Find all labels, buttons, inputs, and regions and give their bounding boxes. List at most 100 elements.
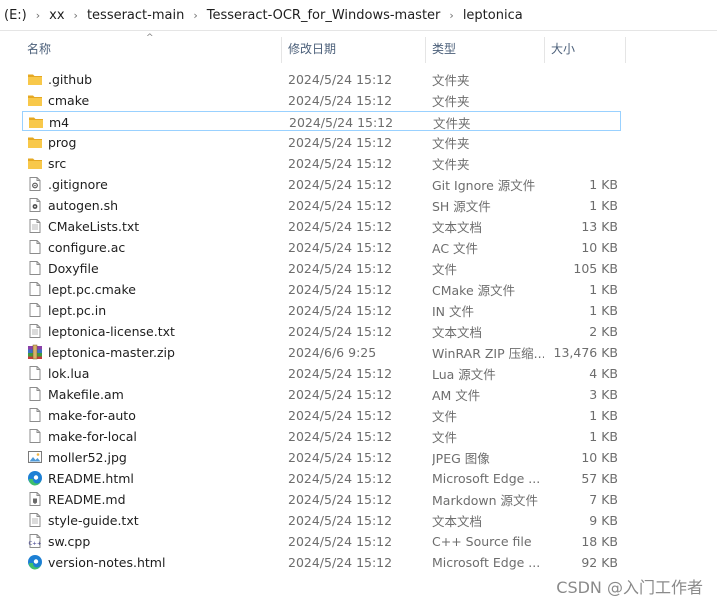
file-name: sw.cpp	[48, 533, 91, 549]
gear-file-icon	[27, 176, 43, 192]
file-row[interactable]: make-for-auto 2024/5/24 15:12 文件 1 KB	[22, 405, 621, 425]
breadcrumb-item[interactable]: Tesseract-OCR_for_Windows-master	[204, 8, 444, 23]
breadcrumb-separator-icon[interactable]: ›	[68, 9, 84, 22]
file-row[interactable]: prog 2024/5/24 15:12 文件夹	[22, 132, 621, 152]
file-name: lept.pc.cmake	[48, 281, 136, 297]
file-type: 文件夹	[432, 93, 470, 109]
file-modified-date: 2024/5/24 15:12	[288, 470, 393, 486]
file-type: C++ Source file	[432, 533, 532, 549]
breadcrumb-item[interactable]: tesseract-main	[84, 8, 187, 23]
file-row[interactable]: CMakeLists.txt 2024/5/24 15:12 文本文档 13 KB	[22, 216, 621, 236]
file-row[interactable]: src 2024/5/24 15:12 文件夹	[22, 153, 621, 173]
file-modified-date: 2024/5/24 15:12	[288, 512, 393, 528]
file-row[interactable]: lept.pc.in 2024/5/24 15:12 IN 文件 1 KB	[22, 300, 621, 320]
file-type: 文件	[432, 408, 458, 424]
file-row[interactable]: README.html 2024/5/24 15:12 Microsoft Edge…	[22, 468, 621, 488]
file-size: 13 KB	[581, 218, 618, 234]
file-type: 文件	[432, 429, 458, 445]
script-file-icon	[27, 197, 43, 213]
column-divider[interactable]	[281, 37, 282, 63]
file-modified-date: 2024/5/24 15:12	[288, 281, 393, 297]
file-modified-date: 2024/5/24 15:12	[288, 176, 393, 192]
cpp-file-icon: C++	[27, 533, 43, 549]
file-type: 文件夹	[432, 156, 470, 172]
file-modified-date: 2024/5/24 15:12	[288, 155, 393, 171]
file-size: 9 KB	[589, 512, 618, 528]
file-size: 2 KB	[589, 323, 618, 339]
file-name: make-for-local	[48, 428, 137, 444]
file-type: 文本文档	[432, 513, 483, 529]
column-header-size[interactable]: 大小	[551, 31, 575, 65]
blank-file-icon	[27, 428, 43, 444]
address-breadcrumb[interactable]: (E:) › xx › tesseract-main › Tesseract-OCR_for…	[0, 0, 717, 31]
file-name: autogen.sh	[48, 197, 119, 213]
file-type: JPEG 图像	[432, 450, 490, 466]
column-divider[interactable]	[544, 37, 545, 63]
file-name: Doxyfile	[48, 260, 99, 276]
file-row[interactable]: version-notes.html 2024/5/24 15:12 Microso…	[22, 552, 621, 572]
column-header-date[interactable]: 修改日期	[288, 31, 336, 65]
file-row[interactable]: cmake 2024/5/24 15:12 文件夹	[22, 90, 621, 110]
file-row[interactable]: make-for-local 2024/5/24 15:12 文件 1 KB	[22, 426, 621, 446]
column-header-name[interactable]: 名称	[27, 31, 51, 65]
file-type: SH 源文件	[432, 198, 491, 214]
breadcrumb-item[interactable]: leptonica	[460, 8, 526, 23]
file-modified-date: 2024/5/24 15:12	[288, 491, 393, 507]
file-row[interactable]: Doxyfile 2024/5/24 15:12 文件 105 KB	[22, 258, 621, 278]
breadcrumb-item[interactable]: (E:)	[0, 8, 30, 23]
edge-icon	[27, 554, 43, 570]
file-name: .gitignore	[48, 176, 108, 192]
file-row[interactable]: lok.lua 2024/5/24 15:12 Lua 源文件 4 KB	[22, 363, 621, 383]
file-row[interactable]: .gitignore 2024/5/24 15:12 Git Ignore 源文件 1…	[22, 174, 621, 194]
file-type: 文件夹	[432, 72, 470, 88]
file-row[interactable]: lept.pc.cmake 2024/5/24 15:12 CMake 源文件 1 K…	[22, 279, 621, 299]
file-name: .github	[48, 71, 93, 87]
breadcrumb-separator-icon[interactable]: ›	[187, 9, 203, 22]
file-row[interactable]: Makefile.am 2024/5/24 15:12 AM 文件 3 KB	[22, 384, 621, 404]
file-row[interactable]: .github 2024/5/24 15:12 文件夹	[22, 69, 621, 89]
file-size: 57 KB	[581, 470, 618, 486]
file-row[interactable]: C++ sw.cpp 2024/5/24 15:12 C++ Source file 1…	[22, 531, 621, 551]
file-row[interactable]: moller52.jpg 2024/5/24 15:12 JPEG 图像 10 KB	[22, 447, 621, 467]
column-header-type-label: 类型	[432, 41, 457, 56]
file-size	[542, 153, 618, 173]
file-name: cmake	[48, 92, 90, 108]
column-header-name-label: 名称	[27, 41, 52, 56]
file-size: 10 KB	[581, 239, 618, 255]
file-row[interactable]: m4 2024/5/24 15:12 文件夹	[22, 111, 621, 131]
file-type: Microsoft Edge ...	[432, 554, 541, 570]
file-size	[542, 90, 618, 110]
blank-file-icon	[27, 386, 43, 402]
file-type: Git Ignore 源文件	[432, 177, 536, 193]
file-name: README.md	[48, 491, 126, 507]
breadcrumb-item[interactable]: xx	[46, 8, 67, 23]
file-size: 1 KB	[589, 197, 618, 213]
column-header-type[interactable]: 类型	[432, 31, 456, 65]
file-type: 文件	[432, 261, 458, 277]
file-type: 文件夹	[432, 135, 470, 151]
breadcrumb-separator-icon[interactable]: ›	[30, 9, 46, 22]
breadcrumb-separator-icon[interactable]: ›	[443, 9, 459, 22]
file-row[interactable]: leptonica-license.txt 2024/5/24 15:12 文本文档…	[22, 321, 621, 341]
file-modified-date: 2024/5/24 15:12	[288, 554, 393, 570]
text-file-icon	[27, 323, 43, 339]
file-modified-date: 2024/5/24 15:12	[288, 239, 393, 255]
file-row[interactable]: configure.ac 2024/5/24 15:12 AC 文件 10 KB	[22, 237, 621, 257]
sort-ascending-indicator: ^	[146, 33, 154, 43]
file-modified-date: 2024/5/24 15:12	[288, 323, 393, 339]
file-row[interactable]: README.md 2024/5/24 15:12 Markdown 源文件 7 KB	[22, 489, 621, 509]
file-type: Markdown 源文件	[432, 492, 539, 508]
file-modified-date: 2024/5/24 15:12	[288, 407, 393, 423]
blank-file-icon	[27, 239, 43, 255]
file-row[interactable]: autogen.sh 2024/5/24 15:12 SH 源文件 1 KB	[22, 195, 621, 215]
file-modified-date: 2024/5/24 15:12	[288, 260, 393, 276]
file-size: 1 KB	[589, 302, 618, 318]
file-row[interactable]: style-guide.txt 2024/5/24 15:12 文本文档 9 KB	[22, 510, 621, 530]
blank-file-icon	[27, 260, 43, 276]
column-divider[interactable]	[425, 37, 426, 63]
file-modified-date: 2024/5/24 15:12	[289, 114, 394, 130]
column-divider[interactable]	[625, 37, 626, 63]
file-row[interactable]: leptonica-master.zip 2024/6/6 9:25 WinRAR …	[22, 342, 621, 362]
file-size: 10 KB	[581, 449, 618, 465]
file-name: make-for-auto	[48, 407, 136, 423]
